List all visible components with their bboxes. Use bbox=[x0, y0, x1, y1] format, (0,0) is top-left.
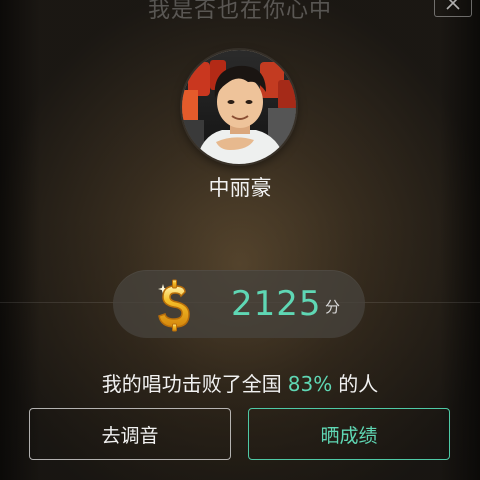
avatar[interactable] bbox=[182, 50, 296, 164]
beat-prefix: 我的唱功击败了全国 bbox=[101, 372, 282, 396]
score-panel: 2125 分 bbox=[113, 270, 365, 338]
dialog-title: 我是否也在你心中 bbox=[147, 0, 332, 23]
username: 中丽豪 bbox=[208, 176, 272, 200]
coin-icon bbox=[158, 279, 190, 332]
tune-button[interactable]: 去调音 bbox=[29, 408, 231, 460]
beat-percent: 83% bbox=[287, 372, 333, 396]
close-icon bbox=[446, 0, 460, 10]
avatar-image bbox=[182, 50, 296, 164]
score-value: 2125 bbox=[231, 284, 322, 324]
close-button[interactable] bbox=[434, 0, 472, 17]
score-unit: 分 bbox=[325, 298, 341, 316]
score-dialog: 我是否也在你心中 中丽豪 2125 分 我的唱功击败了全国 83% 的人 去调音… bbox=[0, 0, 480, 480]
beat-summary: 我的唱功击败了全国 83% 的人 bbox=[0, 368, 480, 397]
share-button-label: 晒成绩 bbox=[320, 424, 378, 447]
share-score-button[interactable]: 晒成绩 bbox=[248, 408, 450, 460]
beat-suffix: 的人 bbox=[338, 372, 379, 396]
tune-button-label: 去调音 bbox=[101, 424, 159, 447]
